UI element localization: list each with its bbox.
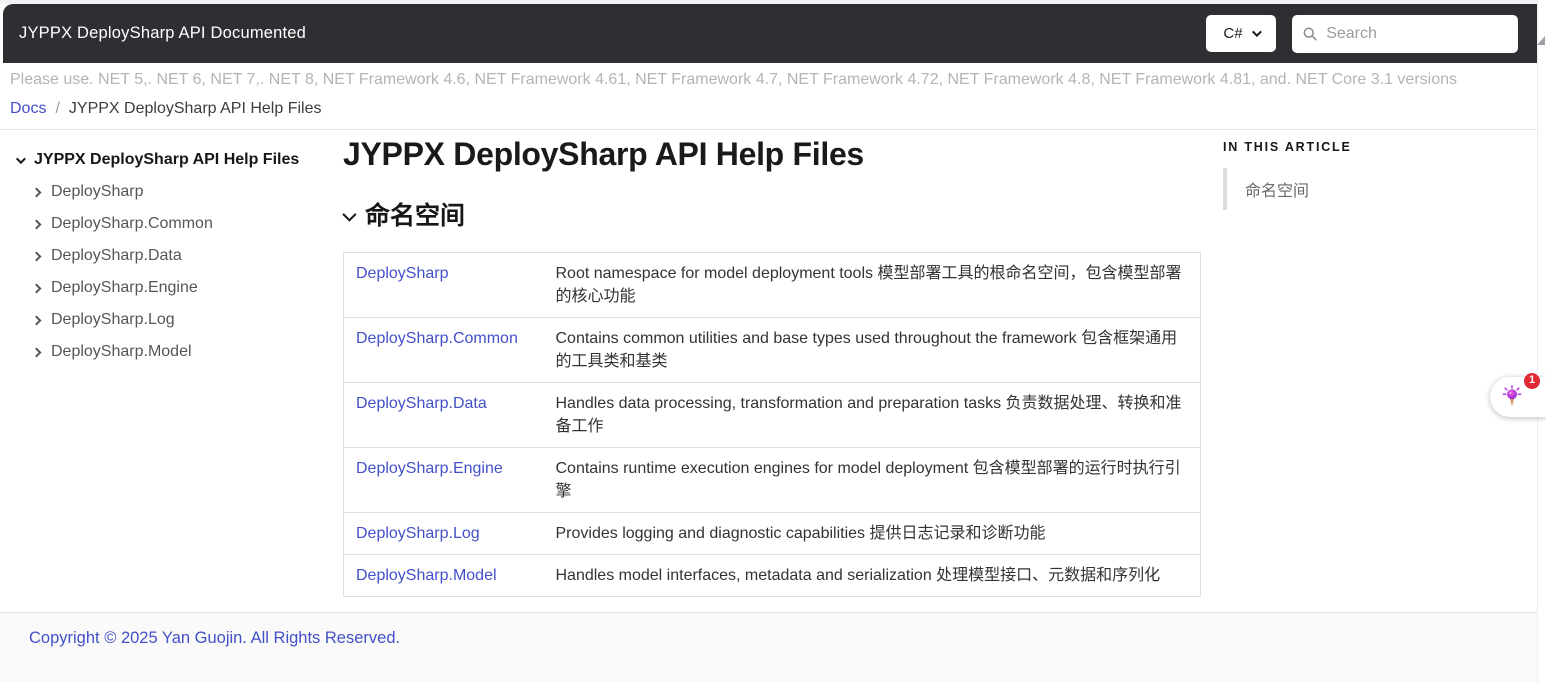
gutter-arrow-icon — [1537, 36, 1545, 45]
namespace-description: Handles model interfaces, metadata and s… — [543, 554, 1201, 597]
page: JYPPX DeploySharp API Documented C# Plea… — [0, 0, 1546, 682]
in-this-article-heading: IN THIS ARTICLE — [1223, 140, 1352, 154]
language-selector[interactable]: C# — [1206, 15, 1276, 52]
chevron-right-icon[interactable] — [31, 251, 42, 261]
chevron-down-icon — [1251, 27, 1262, 38]
framework-notice: Please use. NET 5,. NET 6, NET 7,. NET 8… — [10, 71, 1458, 88]
page-title: JYPPX DeploySharp API Help Files — [343, 136, 864, 172]
chevron-right-icon[interactable] — [31, 347, 42, 357]
sidebar-item-deploysharp-data[interactable]: DeploySharp.Data — [31, 240, 343, 272]
navbar: JYPPX DeploySharp API Documented C# — [3, 4, 1537, 63]
breadcrumb-separator: / — [55, 100, 60, 117]
language-selector-value: C# — [1223, 25, 1243, 42]
sidebar-item-deploysharp-log[interactable]: DeploySharp.Log — [31, 304, 343, 336]
namespace-link-deploysharp[interactable]: DeploySharp — [356, 265, 449, 282]
navbar-right: C# — [1206, 14, 1518, 53]
breadcrumb: Docs / JYPPX DeploySharp API Help Files — [10, 98, 1527, 129]
search-icon — [1303, 26, 1317, 41]
sidebar-item-label: DeploySharp.Log — [51, 311, 175, 328]
namespace-link-deploysharp-engine[interactable]: DeploySharp.Engine — [356, 460, 503, 477]
sidebar-item-deploysharp-engine[interactable]: DeploySharp.Engine — [31, 272, 343, 304]
table-row: DeploySharp Root namespace for model dep… — [344, 253, 1201, 318]
chevron-right-icon[interactable] — [31, 219, 42, 229]
site-title[interactable]: JYPPX DeploySharp API Documented — [19, 24, 306, 43]
sidebar-item-label: DeploySharp — [51, 183, 144, 200]
sidebar-item-jyppx-deploysharp-api-help-files[interactable]: JYPPX DeploySharp API Help Files — [15, 144, 343, 176]
footer: Copyright © 2025 Yan Guojin. All Rights … — [0, 612, 1546, 682]
chevron-down-icon[interactable] — [15, 153, 26, 164]
namespace-description: Contains runtime execution engines for m… — [543, 447, 1201, 513]
chevron-right-icon[interactable] — [31, 315, 42, 325]
sidebar-item-label: DeploySharp.Model — [51, 343, 192, 360]
namespace-link-deploysharp-common[interactable]: DeploySharp.Common — [356, 330, 518, 347]
namespaces-table: DeploySharp Root namespace for model dep… — [343, 252, 1201, 597]
scrollbar-gutter[interactable] — [1537, 0, 1546, 682]
breadcrumb-docs-link[interactable]: Docs — [10, 98, 46, 120]
table-row: DeploySharp.Engine Contains runtime exec… — [343, 447, 1201, 513]
sidebar-item-deploysharp-model[interactable]: DeploySharp.Model — [31, 336, 343, 368]
namespace-description: Provides logging and diagnostic capabili… — [543, 512, 1201, 555]
chevron-down-icon[interactable] — [342, 207, 357, 222]
sidebar-item-deploysharp[interactable]: DeploySharp — [31, 176, 343, 208]
namespace-description: Root namespace for model deployment tool… — [555, 265, 1182, 305]
sparkle-bulb-icon — [1502, 385, 1522, 407]
notification-badge: 1 — [1523, 372, 1541, 390]
chevron-right-icon[interactable] — [31, 283, 42, 293]
content-area: JYPPX DeploySharp API Help Files DeployS… — [0, 130, 1546, 597]
in-this-article: IN THIS ARTICLE 命名空间 — [1201, 130, 1546, 210]
table-row: DeploySharp.Data Handles data processing… — [343, 382, 1201, 448]
section-heading-namespaces[interactable]: 命名空间 — [342, 200, 1201, 232]
extension-widget-button[interactable]: 1 — [1490, 372, 1546, 417]
sidebar-item-label: DeploySharp.Engine — [51, 279, 198, 296]
sidebar-toc: JYPPX DeploySharp API Help Files DeployS… — [0, 130, 343, 368]
sidebar-item-label: DeploySharp.Data — [51, 247, 182, 264]
namespace-description: Handles data processing, transformation … — [543, 382, 1201, 448]
copyright-text: Copyright © 2025 Yan Guojin. All Rights … — [29, 629, 401, 647]
sidebar-item-deploysharp-common[interactable]: DeploySharp.Common — [31, 208, 343, 240]
namespace-link-deploysharp-log[interactable]: DeploySharp.Log — [356, 525, 480, 542]
table-row: DeploySharp.Model Handles model interfac… — [343, 554, 1201, 597]
namespace-link-deploysharp-data[interactable]: DeploySharp.Data — [356, 395, 487, 412]
breadcrumb-current: JYPPX DeploySharp API Help Files — [68, 100, 322, 117]
table-row: DeploySharp.Common Contains common utili… — [343, 317, 1201, 383]
sidebar-item-label: JYPPX DeploySharp API Help Files — [34, 151, 300, 168]
namespace-description: Contains common utilities and base types… — [543, 317, 1201, 383]
table-row: DeploySharp.Log Provides logging and dia… — [343, 512, 1201, 555]
search-input[interactable] — [1326, 24, 1507, 43]
in-this-article-item-namespaces[interactable]: 命名空间 — [1223, 168, 1546, 210]
search-box[interactable] — [1292, 14, 1518, 53]
article: JYPPX DeploySharp API Help Files 命名空间 De… — [342, 130, 1201, 597]
section-heading-label: 命名空间 — [365, 202, 466, 230]
subheader: Please use. NET 5,. NET 6, NET 7,. NET 8… — [0, 63, 1537, 130]
chevron-right-icon[interactable] — [31, 187, 42, 197]
namespace-link-deploysharp-model[interactable]: DeploySharp.Model — [356, 567, 497, 584]
sidebar-item-label: DeploySharp.Common — [51, 215, 213, 232]
